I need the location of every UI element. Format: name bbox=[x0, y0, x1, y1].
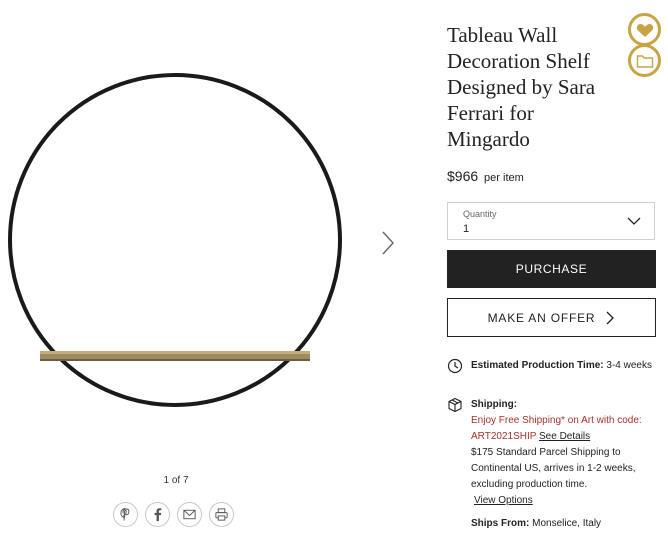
chevron-right-icon bbox=[606, 311, 615, 324]
ships-from-value: Monselice, Italy bbox=[532, 518, 602, 529]
quantity-label: Quantity bbox=[463, 209, 497, 219]
pinterest-icon bbox=[120, 507, 130, 521]
production-time-value: 3-4 weeks bbox=[606, 360, 652, 371]
share-buttons bbox=[113, 502, 234, 527]
favorite-button[interactable] bbox=[628, 13, 661, 46]
see-details-link[interactable]: See Details bbox=[539, 431, 590, 442]
image-counter: 1 of 7 bbox=[163, 475, 189, 486]
email-icon bbox=[183, 509, 196, 520]
clock-icon bbox=[447, 358, 463, 374]
chevron-right-icon bbox=[382, 231, 394, 255]
shipping-label: Shipping: bbox=[471, 399, 518, 410]
folder-icon bbox=[636, 54, 653, 68]
facebook-icon bbox=[154, 508, 162, 522]
quantity-select[interactable]: Quantity 1 bbox=[447, 202, 655, 240]
quantity-value: 1 bbox=[463, 223, 470, 235]
add-to-folder-button[interactable] bbox=[628, 44, 661, 77]
shipping-info: Shipping: Enjoy Free Shipping* on Art wi… bbox=[447, 397, 659, 509]
purchase-button[interactable]: PURCHASE bbox=[447, 250, 656, 288]
view-options-link[interactable]: View Options bbox=[474, 495, 533, 506]
make-offer-button[interactable]: MAKE AN OFFER bbox=[447, 298, 656, 337]
production-time: Estimated Production Time: 3-4 weeks bbox=[447, 358, 659, 374]
print-button[interactable] bbox=[209, 502, 234, 527]
next-image-arrow[interactable] bbox=[378, 228, 398, 258]
package-icon bbox=[448, 397, 462, 413]
standard-shipping-text: $175 Standard Parcel Shipping to Contine… bbox=[471, 447, 636, 490]
production-time-label: Estimated Production Time: bbox=[471, 360, 604, 371]
product-image[interactable] bbox=[0, 60, 352, 420]
make-offer-label: MAKE AN OFFER bbox=[487, 310, 596, 325]
product-title: Tableau Wall Decoration Shelf Designed b… bbox=[447, 23, 596, 151]
ships-from-label: Ships From: bbox=[471, 518, 530, 529]
facebook-share-button[interactable] bbox=[145, 502, 170, 527]
chevron-down-icon bbox=[627, 217, 641, 225]
ships-from: Ships From: Monselice, Italy bbox=[447, 516, 659, 532]
pinterest-share-button[interactable] bbox=[113, 502, 138, 527]
price-row: $966 per item bbox=[447, 168, 524, 184]
price-unit: per item bbox=[484, 172, 524, 184]
print-icon bbox=[215, 508, 228, 521]
price: $966 bbox=[447, 168, 479, 184]
heart-icon bbox=[636, 23, 653, 37]
email-share-button[interactable] bbox=[177, 502, 202, 527]
product-gallery: 1 of 7 bbox=[0, 0, 420, 542]
